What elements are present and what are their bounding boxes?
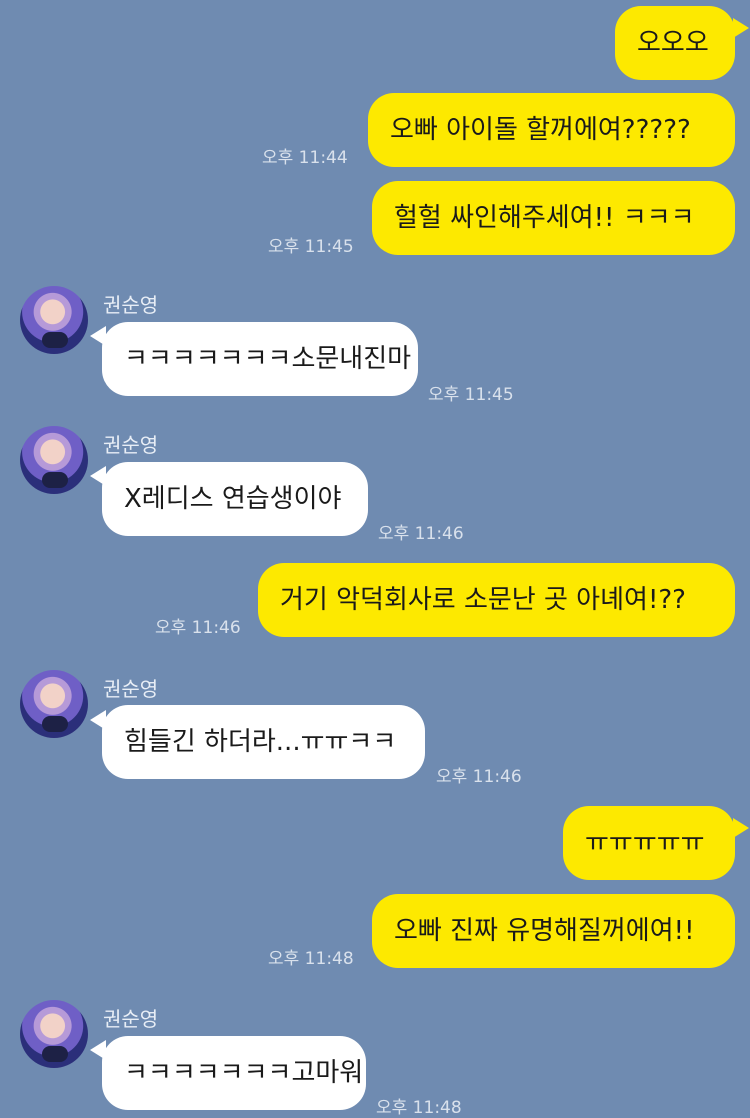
contact-avatar[interactable] xyxy=(20,286,88,354)
message-timestamp: 오후 11:45 xyxy=(428,385,514,405)
message-bubble-sent[interactable]: 오오오 xyxy=(615,6,735,80)
message-bubble-received[interactable]: 힘들긴 하더라...ㅠㅠㅋㅋ xyxy=(102,705,425,779)
message-bubble-received[interactable]: X레디스 연습생이야 xyxy=(102,462,368,536)
message-timestamp: 오후 11:46 xyxy=(378,524,464,544)
message-timestamp: 오후 11:46 xyxy=(436,767,522,787)
message-bubble-sent[interactable]: 헐헐 싸인해주세여!! ㅋㅋㅋ xyxy=(372,181,735,255)
contact-avatar[interactable] xyxy=(20,670,88,738)
contact-name: 권순영 xyxy=(103,293,159,317)
contact-name: 권순영 xyxy=(103,1007,159,1031)
bubble-tail xyxy=(733,818,749,838)
message-timestamp: 오후 11:48 xyxy=(268,949,354,969)
contact-name: 권순영 xyxy=(103,677,159,701)
message-bubble-sent[interactable]: 거기 악덕회사로 소문난 곳 아녜여!?? xyxy=(258,563,735,637)
message-bubble-sent[interactable]: ㅠㅠㅠㅠㅠ xyxy=(563,806,735,880)
message-bubble-sent[interactable]: 오빠 아이돌 할꺼에여????? xyxy=(368,93,735,167)
bubble-tail xyxy=(733,18,749,38)
message-timestamp: 오후 11:48 xyxy=(376,1098,462,1118)
message-timestamp: 오후 11:44 xyxy=(262,148,348,168)
contact-avatar[interactable] xyxy=(20,1000,88,1068)
message-bubble-received[interactable]: ㅋㅋㅋㅋㅋㅋㅋ고마워 xyxy=(102,1036,366,1110)
message-bubble-received[interactable]: ㅋㅋㅋㅋㅋㅋㅋ소문내진마 xyxy=(102,322,418,396)
message-timestamp: 오후 11:46 xyxy=(155,618,241,638)
message-bubble-sent[interactable]: 오빠 진짜 유명해질꺼에여!! xyxy=(372,894,735,968)
contact-avatar[interactable] xyxy=(20,426,88,494)
message-timestamp: 오후 11:45 xyxy=(268,237,354,257)
contact-name: 권순영 xyxy=(103,433,159,457)
